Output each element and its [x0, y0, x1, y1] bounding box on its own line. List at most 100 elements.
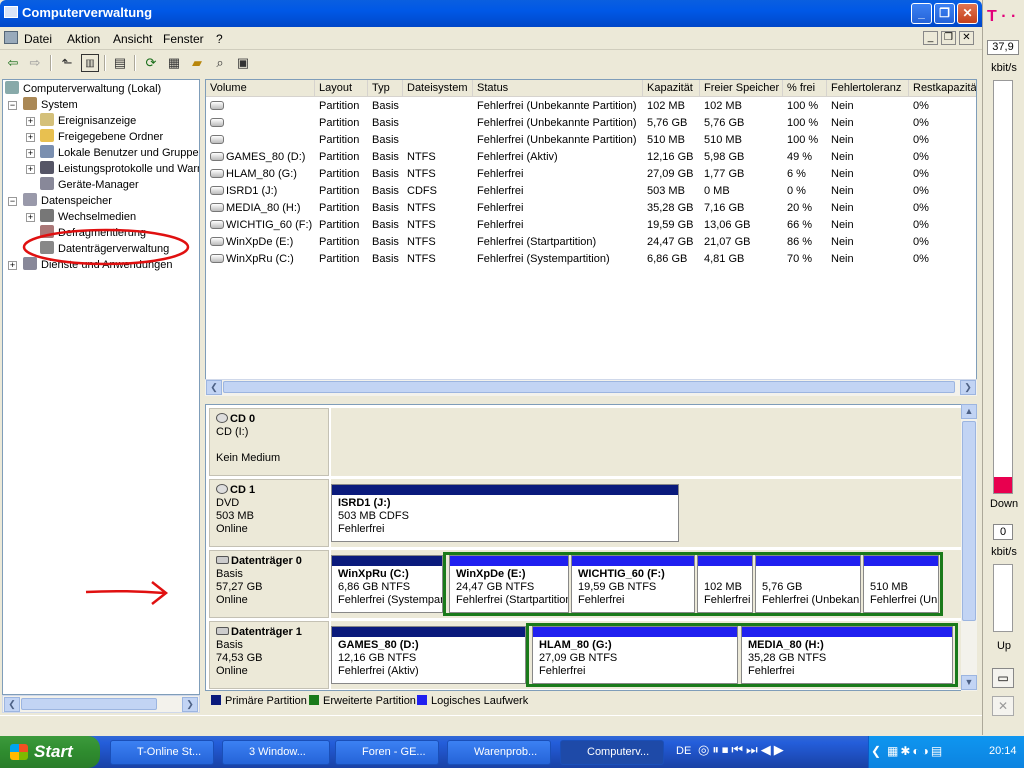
scroll-thumb[interactable] — [223, 381, 955, 393]
partition-102mb[interactable]: 102 MBFehlerfrei (Unbekannte Partition) — [697, 555, 753, 613]
collapse-toggle[interactable]: − — [8, 197, 17, 206]
task-t-online[interactable]: T-Online St... — [110, 740, 214, 765]
table-row[interactable]: ISRD1 (J:) Partition Basis CDFS Fehlerfrei 50… — [206, 183, 976, 200]
mdi-close-button[interactable]: ✕ — [959, 31, 974, 45]
upload-label: Up — [996, 640, 1012, 652]
col-kapazitaet[interactable]: Kapazität — [643, 80, 700, 97]
partition-isrd1[interactable]: ISRD1 (J:) 503 MB CDFS Fehlerfrei — [331, 484, 679, 542]
partition-media80[interactable]: MEDIA_80 (H:) 35,28 GB NTFS Fehlerfrei — [741, 626, 953, 684]
col-dateisystem[interactable]: Dateisystem — [403, 80, 473, 97]
open-folder-icon[interactable]: ▰ — [188, 54, 206, 72]
tray-expand-icon[interactable]: ❮ — [871, 744, 881, 758]
partition-hlam80[interactable]: HLAM_80 (G:) 27,09 GB NTFS Fehlerfrei — [532, 626, 738, 684]
table-row[interactable]: WinXpRu (C:) Partition Basis NTFS Fehlerfrei… — [206, 251, 976, 268]
back-icon[interactable]: ⇦ — [4, 54, 22, 72]
tree-item-datenspeicher[interactable]: Datenspeicher — [23, 193, 112, 209]
tree-root[interactable]: Computerverwaltung (Lokal) — [5, 81, 161, 97]
expand-toggle[interactable]: + — [26, 133, 35, 142]
media-controls[interactable]: ◎⏸⏹⏮⏭◀▶ — [698, 742, 866, 763]
settings-icon[interactable]: ▣ — [234, 54, 252, 72]
export-icon[interactable]: ▦ — [165, 54, 183, 72]
disk-label-datentraeger-0[interactable]: Datenträger 0 Basis 57,27 GB Online — [209, 550, 329, 618]
scroll-up-icon[interactable]: ▲ — [961, 404, 977, 419]
col-restkapazitaet[interactable]: Restkapazität — [909, 80, 976, 97]
collapse-toggle[interactable]: − — [8, 101, 17, 110]
expand-toggle[interactable]: + — [26, 165, 35, 174]
table-row[interactable]: GAMES_80 (D:) Partition Basis NTFS Fehlerfre… — [206, 149, 976, 166]
mdi-minimize-button[interactable]: _ — [923, 31, 938, 45]
partition-wichtig60[interactable]: WICHTIG_60 (F:) 19,59 GB NTFS Fehlerfrei — [571, 555, 695, 613]
properties-icon[interactable]: ▤ — [111, 54, 129, 72]
table-row[interactable]: Partition Basis Fehlerfrei (Unbekannte Par… — [206, 115, 976, 132]
disk-label-cd1[interactable]: CD 1 DVD 503 MB Online — [209, 479, 329, 547]
tree-horizontal-scrollbar[interactable]: ❮ ❯ — [2, 695, 200, 713]
task-windows-group[interactable]: 3 Window... — [222, 740, 330, 765]
maximize-button[interactable]: ❐ — [934, 3, 955, 24]
col-prozent-frei[interactable]: % frei — [783, 80, 827, 97]
task-foren[interactable]: Foren - GE... — [335, 740, 439, 765]
menu-fenster[interactable]: Fenster — [163, 32, 204, 46]
graph-vertical-scrollbar[interactable]: ▲ ▼ — [961, 404, 977, 691]
minimize-button[interactable]: _ — [911, 3, 932, 24]
clock[interactable]: 20:14 — [989, 745, 1017, 757]
disk-label-cd0[interactable]: CD 0 CD (I:) Kein Medium — [209, 408, 329, 476]
table-row[interactable]: WinXpDe (E:) Partition Basis NTFS Fehlerfrei… — [206, 234, 976, 251]
up-folder-icon[interactable]: ⬑ — [58, 54, 76, 72]
list-horizontal-scrollbar[interactable]: ❮ ❯ — [205, 379, 977, 396]
tray-icons[interactable]: ▦✱◐◑▤ — [887, 744, 944, 758]
language-indicator[interactable]: DE — [676, 745, 691, 757]
expand-toggle[interactable]: + — [26, 117, 35, 126]
tree-item-lokale-benutzer[interactable]: Lokale Benutzer und Gruppen — [40, 145, 199, 161]
scroll-thumb[interactable] — [962, 421, 976, 621]
task-warenprob[interactable]: Warenprob... — [447, 740, 551, 765]
partition-510mb[interactable]: 510 MBFehlerfrei (Unbekannte Partition) — [863, 555, 939, 613]
scroll-down-icon[interactable]: ▼ — [961, 675, 977, 690]
tree-item-ereignisanzeige[interactable]: Ereignisanzeige — [40, 113, 136, 129]
show-tree-icon[interactable]: ▥ — [81, 54, 99, 72]
scroll-left-icon[interactable]: ❮ — [206, 380, 222, 395]
partition-winxpde[interactable]: WinXpDe (E:) 24,47 GB NTFS Fehlerfrei (Sta… — [449, 555, 569, 613]
disk-label-datentraeger-1[interactable]: Datenträger 1 Basis 74,53 GB Online — [209, 621, 329, 689]
menu-ansicht[interactable]: Ansicht — [113, 32, 152, 46]
menu-datei[interactable]: Datei — [24, 32, 52, 46]
cell-text: Basis — [372, 219, 399, 231]
mdi-restore-button[interactable]: ❐ — [941, 31, 956, 45]
task-computerverwaltung[interactable]: Computerv... — [560, 740, 664, 765]
col-status[interactable]: Status — [473, 80, 643, 97]
cell-text: Fehlerfrei (Aktiv) — [477, 151, 558, 163]
tree-item-freigegebene-ordner[interactable]: Freigegebene Ordner — [40, 129, 163, 145]
tree-item-wechselmedien[interactable]: Wechselmedien — [40, 209, 136, 225]
partition-winxpru[interactable]: WinXpRu (C:) 6,86 GB NTFS Fehlerfrei (Syst… — [331, 555, 443, 613]
close-icon[interactable]: ✕ — [992, 696, 1014, 716]
col-typ[interactable]: Typ — [368, 80, 403, 97]
search-icon[interactable]: ⌕ — [211, 54, 229, 72]
table-row[interactable]: HLAM_80 (G:) Partition Basis NTFS Fehlerfrei… — [206, 166, 976, 183]
col-volume[interactable]: Volume — [206, 80, 315, 97]
tree-item-geraete-manager[interactable]: Geräte-Manager — [40, 177, 139, 193]
scroll-thumb[interactable] — [21, 698, 157, 710]
menu-help[interactable]: ? — [216, 32, 223, 46]
partition-games80[interactable]: GAMES_80 (D:) 12,16 GB NTFS Fehlerfrei (Ak… — [331, 626, 526, 684]
expand-toggle[interactable]: + — [26, 149, 35, 158]
scroll-left-icon[interactable]: ❮ — [4, 697, 20, 712]
window-icon[interactable]: ▭ — [992, 668, 1014, 688]
table-row[interactable]: WICHTIG_60 (F:) Partition Basis NTFS Fehlerf… — [206, 217, 976, 234]
tree-item-system[interactable]: System — [23, 97, 78, 113]
col-freier-speicher[interactable]: Freier Speicher — [700, 80, 783, 97]
table-row[interactable]: Partition Basis Fehlerfrei (Unbekannte Par… — [206, 132, 976, 149]
scroll-right-icon[interactable]: ❯ — [960, 380, 976, 395]
expand-toggle[interactable]: + — [8, 261, 17, 270]
expand-toggle[interactable]: + — [26, 213, 35, 222]
forward-icon[interactable]: ⇨ — [26, 54, 44, 72]
table-row[interactable]: Partition Basis Fehlerfrei (Unbekannte Par… — [206, 98, 976, 115]
tree-item-leistungsprotokolle[interactable]: Leistungsprotokolle und Warnungen — [40, 161, 199, 177]
col-layout[interactable]: Layout — [315, 80, 368, 97]
refresh-icon[interactable]: ⟳ — [142, 54, 160, 72]
partition-5-76gb[interactable]: 5,76 GBFehlerfrei (Unbekannte Partition) — [755, 555, 861, 613]
table-row[interactable]: MEDIA_80 (H:) Partition Basis NTFS Fehlerfre… — [206, 200, 976, 217]
menu-aktion[interactable]: Aktion — [67, 32, 100, 46]
start-button[interactable]: Start — [0, 736, 100, 768]
scroll-right-icon[interactable]: ❯ — [182, 697, 198, 712]
close-button[interactable]: ✕ — [957, 3, 978, 24]
col-fehlertoleranz[interactable]: Fehlertoleranz — [827, 80, 909, 97]
